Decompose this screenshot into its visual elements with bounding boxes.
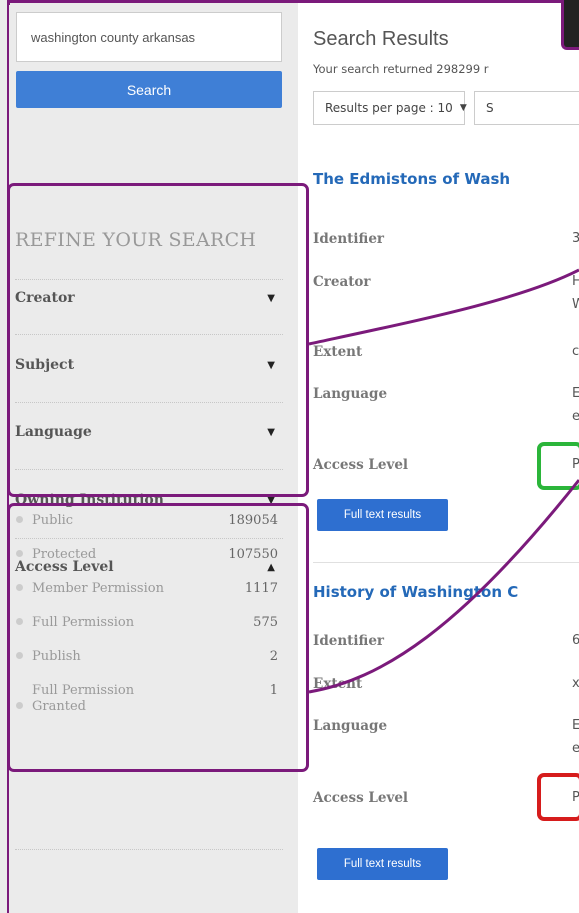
annotation-public-access-highlight xyxy=(537,442,579,490)
divider xyxy=(15,849,283,850)
field-label: Creator xyxy=(313,274,371,290)
annotation-restricted-access-highlight xyxy=(537,773,579,821)
full-text-results-button[interactable]: Full text results xyxy=(317,499,448,531)
annotation-facets-box xyxy=(7,183,309,497)
page-title: Search Results xyxy=(313,28,449,50)
annotation-access-level-box xyxy=(7,503,309,772)
field-value: E xyxy=(572,718,579,733)
result-title-link[interactable]: The Edmistons of Wash xyxy=(313,170,510,188)
field-value-line2: W xyxy=(572,297,579,312)
field-label: Extent xyxy=(313,344,363,360)
field-value: 3 xyxy=(572,231,579,246)
field-value: H xyxy=(572,274,579,289)
search-button[interactable]: Search xyxy=(16,71,282,108)
field-value: 6 xyxy=(572,633,579,648)
field-value-line2: e xyxy=(572,409,579,424)
field-value: x xyxy=(572,676,579,691)
full-text-results-button[interactable]: Full text results xyxy=(317,848,448,880)
field-label: Language xyxy=(313,386,388,402)
result-divider xyxy=(313,562,579,563)
results-summary: Your search returned 298299 r xyxy=(313,62,489,76)
field-label: Access Level xyxy=(313,457,409,473)
field-label: Identifier xyxy=(313,231,385,247)
field-label: Language xyxy=(313,718,388,734)
sort-label: S xyxy=(486,101,494,115)
field-label: Access Level xyxy=(313,790,409,806)
field-label: Identifier xyxy=(313,633,385,649)
annotation-callout-box xyxy=(561,0,579,50)
field-value-line2: e xyxy=(572,741,579,756)
result-title-link[interactable]: History of Washington C xyxy=(313,583,518,601)
field-label: Extent xyxy=(313,676,363,692)
field-value: c xyxy=(572,344,579,359)
results-per-page-dropdown[interactable]: Results per page : 10 ▼ xyxy=(313,91,467,125)
caret-down-icon: ▼ xyxy=(459,103,467,113)
search-input[interactable]: washington county arkansas xyxy=(16,12,282,62)
sort-dropdown[interactable]: S xyxy=(474,91,579,125)
field-value: E xyxy=(572,386,579,401)
per-page-label: Results per page : 10 xyxy=(325,101,453,115)
